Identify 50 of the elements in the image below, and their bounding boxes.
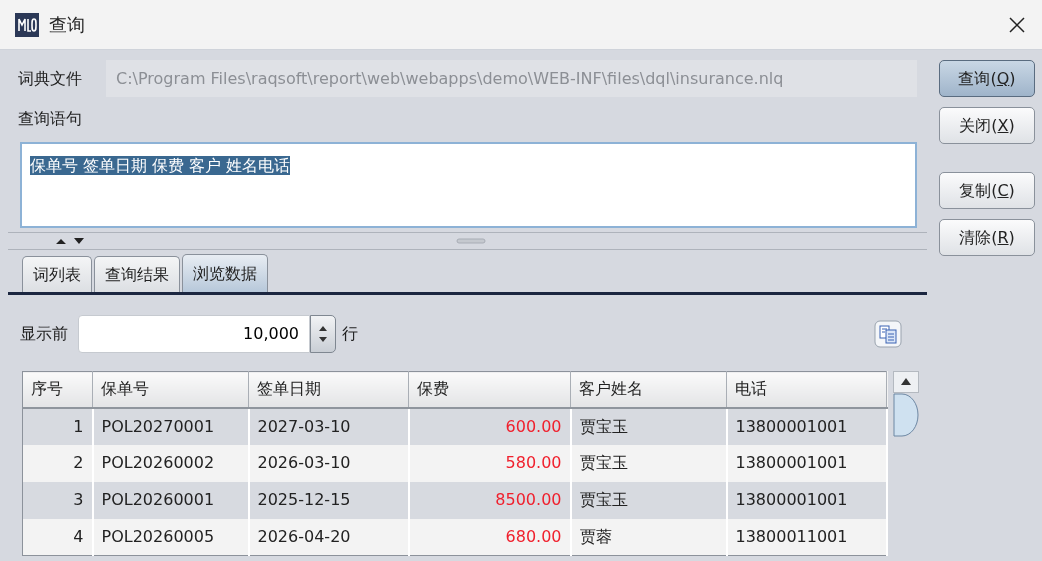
window-title: 查询: [49, 13, 86, 37]
column-header[interactable]: 保单号: [92, 371, 249, 408]
table-cell: 贾宝玉: [570, 481, 727, 519]
table-cell: 贾宝玉: [570, 444, 727, 482]
table-cell: POL20260005: [92, 518, 249, 556]
dialog-button[interactable]: 关闭(X): [939, 107, 1035, 144]
table-cell: 600.00: [408, 407, 571, 445]
table-cell: 8500.00: [408, 481, 571, 519]
table-cell: 2026-03-10: [248, 444, 409, 482]
table-cell: 13800011001: [726, 518, 887, 556]
query-text-area[interactable]: 保单号 签单日期 保费 客户 姓名电话: [20, 142, 917, 228]
unit-label: 行: [342, 323, 358, 345]
table-cell: 13800001001: [726, 407, 887, 445]
dialog-button[interactable]: 查询(Q): [939, 60, 1035, 97]
table-cell: 13800001001: [726, 481, 887, 519]
field-label: 查询语句: [18, 109, 82, 128]
tab[interactable]: 查询结果: [94, 256, 180, 292]
scroll-up-icon[interactable]: [892, 371, 919, 393]
table-cell: 2: [22, 444, 93, 482]
column-header[interactable]: 保费: [408, 371, 571, 408]
table-cell: 13800001001: [726, 444, 887, 482]
dialog-button[interactable]: 复制(C): [939, 172, 1035, 209]
column-header[interactable]: 签单日期: [248, 371, 409, 408]
table-cell: POL20260002: [92, 444, 249, 482]
field-label: 显示前: [20, 323, 68, 345]
splitter-arrows-icon[interactable]: [54, 237, 86, 245]
spinner-arrows-icon[interactable]: [310, 315, 336, 353]
table-cell: POL20270001: [92, 407, 249, 445]
column-header[interactable]: 序号: [22, 371, 93, 408]
tab[interactable]: 词列表: [22, 256, 92, 292]
table-cell: 680.00: [408, 518, 571, 556]
table-cell: 1: [22, 407, 93, 445]
field-label: 词典文件: [18, 67, 82, 90]
table-cell: 贾蓉: [570, 518, 727, 556]
tab[interactable]: 浏览数据: [182, 254, 268, 292]
table-cell: 4: [22, 518, 93, 556]
table-cell: 3: [22, 481, 93, 519]
app-icon: [15, 12, 39, 37]
column-header[interactable]: 客户姓名: [570, 371, 727, 408]
table-cell: 2025-12-15: [248, 481, 409, 519]
table-cell: 580.00: [408, 444, 571, 482]
table-cell: 2026-04-20: [248, 518, 409, 556]
table-cell: 贾宝玉: [570, 407, 727, 445]
dialog-button[interactable]: 清除(R): [939, 219, 1035, 256]
row-limit-spinner[interactable]: 10,000: [78, 315, 310, 353]
scrollbar-thumb[interactable]: [892, 393, 919, 437]
table-cell: 2027-03-10: [248, 407, 409, 445]
column-header[interactable]: 电话: [726, 371, 887, 408]
splitter-grip-icon[interactable]: [456, 238, 486, 244]
table-cell: POL20260001: [92, 481, 249, 519]
